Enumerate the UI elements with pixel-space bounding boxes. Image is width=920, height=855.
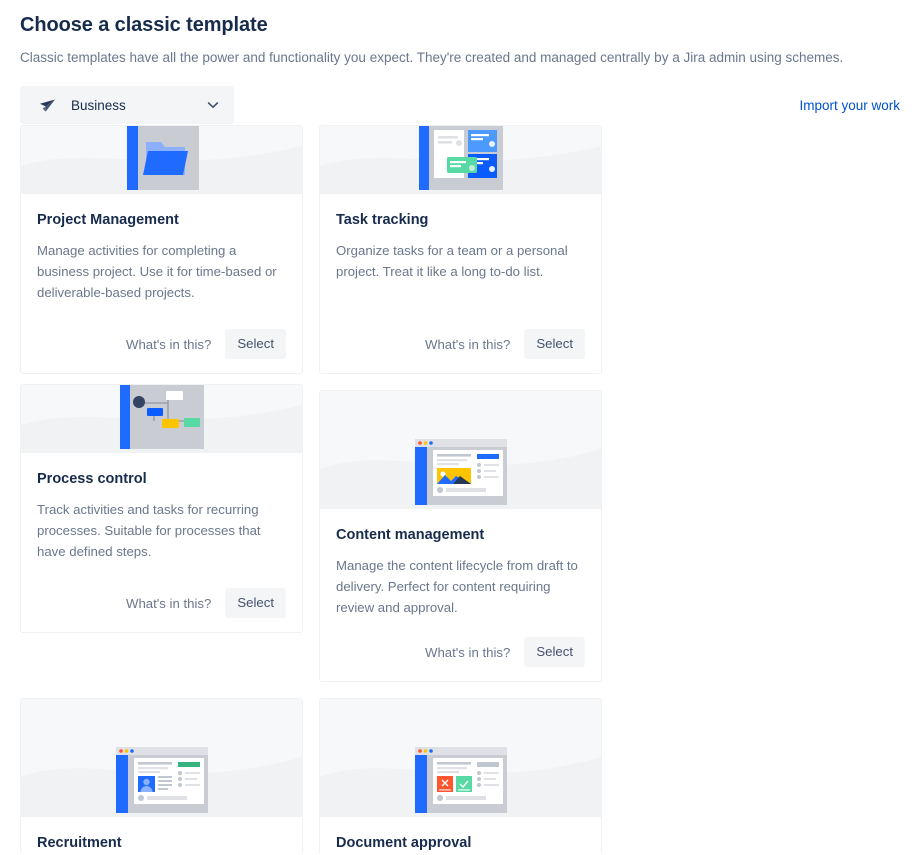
- content-page-illustration: [414, 439, 507, 505]
- card-description: Manage activities for completing a busin…: [37, 243, 277, 300]
- product-filter-dropdown[interactable]: Business: [20, 86, 234, 124]
- card-footer: What's in this? Select: [21, 329, 302, 373]
- card-illustration: [320, 391, 601, 509]
- board-cards-illustration: [418, 126, 503, 190]
- whats-in-this-link[interactable]: What's in this?: [118, 331, 219, 358]
- template-card[interactable]: Recruitment Monitor candidates from appl…: [20, 698, 303, 855]
- card-footer: What's in this? Select: [320, 329, 601, 373]
- card-footer: What's in this? Select: [21, 588, 302, 632]
- card-footer: What's in this? Select: [320, 637, 601, 681]
- card-body: Document approval Manage documents from …: [320, 817, 601, 855]
- card-illustration: [320, 699, 601, 817]
- jira-business-logo-icon: [34, 93, 58, 117]
- template-card[interactable]: Process control Track activities and tas…: [20, 384, 303, 633]
- folder-illustration: [126, 126, 199, 190]
- select-button[interactable]: Select: [524, 637, 585, 667]
- template-card[interactable]: Document approval Manage documents from …: [319, 698, 602, 855]
- card-title: Project Management: [37, 212, 179, 228]
- card-illustration: [21, 126, 302, 194]
- template-picker-page: Choose a classic template Classic templa…: [0, 0, 920, 855]
- approve-reject-illustration: [414, 747, 507, 813]
- select-button[interactable]: Select: [524, 329, 585, 359]
- workflow-diagram-illustration: [119, 385, 204, 449]
- filter-row: Business Import your work: [0, 86, 920, 124]
- card-body: Process control Track activities and tas…: [21, 453, 302, 588]
- card-description: Manage the content lifecycle from draft …: [336, 558, 578, 615]
- template-grid: Project Management Manage activities for…: [20, 125, 900, 855]
- card-body: Recruitment Monitor candidates from appl…: [21, 817, 302, 855]
- card-title: Content management: [336, 527, 485, 543]
- import-your-work-link[interactable]: Import your work: [799, 98, 900, 113]
- whats-in-this-link[interactable]: What's in this?: [118, 590, 219, 617]
- card-title: Document approval: [336, 835, 472, 851]
- card-illustration: [21, 699, 302, 817]
- card-title: Recruitment: [37, 835, 122, 851]
- card-illustration: [21, 385, 302, 453]
- card-body: Project Management Manage activities for…: [21, 194, 302, 329]
- whats-in-this-link[interactable]: What's in this?: [417, 639, 518, 666]
- page-header: Choose a classic template Classic templa…: [0, 0, 920, 68]
- chevron-down-icon: [206, 98, 220, 112]
- select-button[interactable]: Select: [225, 329, 286, 359]
- card-illustration: [320, 126, 601, 194]
- page-title: Choose a classic template: [20, 14, 268, 36]
- card-body: Content management Manage the content li…: [320, 509, 601, 637]
- product-filter-label: Business: [71, 97, 126, 113]
- template-card[interactable]: Task tracking Organize tasks for a team …: [319, 125, 602, 374]
- page-subtitle: Classic templates have all the power and…: [20, 50, 844, 65]
- select-button[interactable]: Select: [225, 588, 286, 618]
- card-body: Task tracking Organize tasks for a team …: [320, 194, 601, 329]
- card-description: Organize tasks for a team or a personal …: [336, 243, 568, 279]
- template-card[interactable]: Project Management Manage activities for…: [20, 125, 303, 374]
- candidate-profile-illustration: [115, 747, 208, 813]
- template-card[interactable]: Content management Manage the content li…: [319, 390, 602, 682]
- card-description: Track activities and tasks for recurring…: [37, 502, 261, 559]
- card-title: Task tracking: [336, 212, 429, 228]
- whats-in-this-link[interactable]: What's in this?: [417, 331, 518, 358]
- card-title: Process control: [37, 471, 147, 487]
